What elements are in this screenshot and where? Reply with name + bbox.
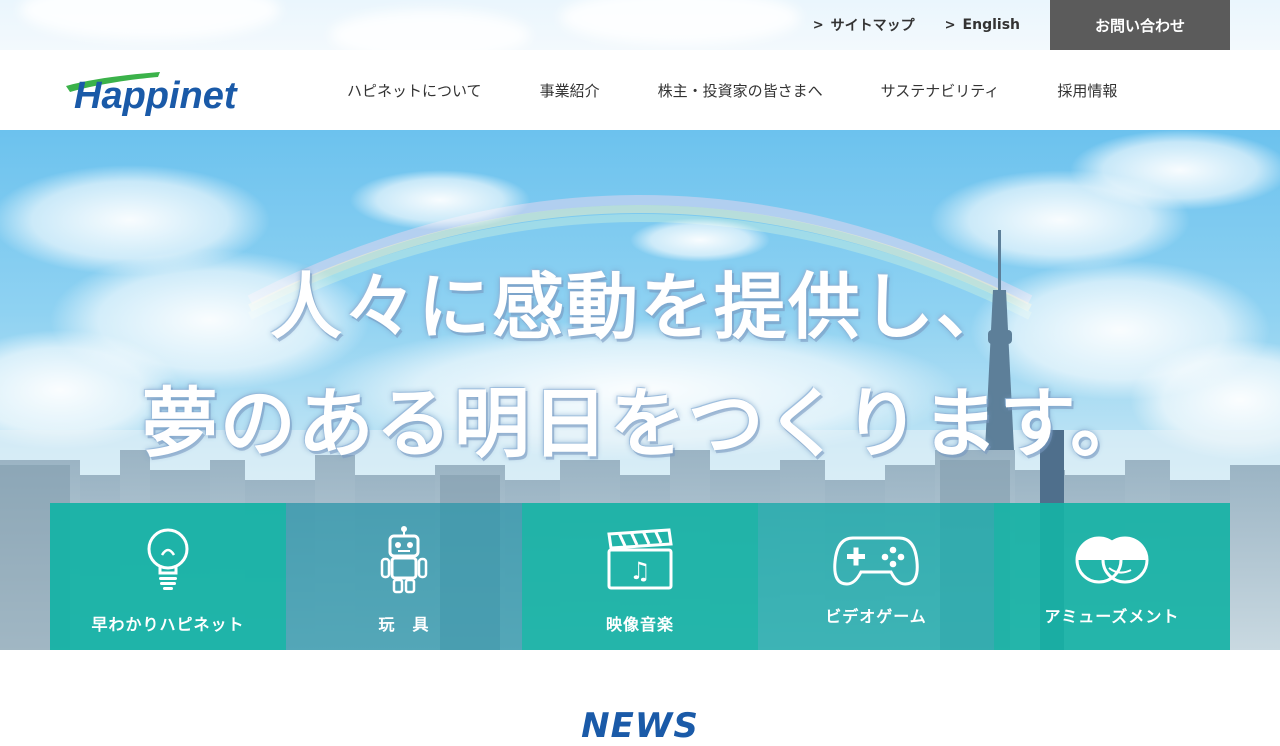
utility-bar: > サイトマップ > English お問い合わせ xyxy=(0,0,1280,50)
logo-text: Happinet xyxy=(74,75,238,116)
cloud-decoration xyxy=(560,0,800,45)
robot-icon xyxy=(359,523,449,597)
utility-links: > サイトマップ > English お問い合わせ xyxy=(813,0,1230,50)
cloud-decoration xyxy=(330,10,530,50)
tile-label: 玩 具 xyxy=(378,615,430,634)
hero-catchphrase-line1: 人々に感動を提供し、 xyxy=(269,265,1010,349)
nav-recruit[interactable]: 採用情報 xyxy=(1028,80,1146,101)
tile-amusement[interactable]: アミューズメント xyxy=(994,503,1230,650)
chevron-right-icon: > xyxy=(812,17,824,33)
lightbulb-icon xyxy=(123,523,213,597)
news-section: NEWS xyxy=(0,650,1280,746)
cloud-decoration xyxy=(20,0,280,40)
tile-label: 早わかりハピネット xyxy=(91,615,245,634)
global-nav: ハピネットについて 事業紹介 株主・投資家の皆さまへ サステナビリティ 採用情報 xyxy=(318,50,1146,130)
news-heading: NEWS xyxy=(581,706,699,746)
sitemap-link[interactable]: > サイトマップ xyxy=(813,15,915,35)
clapperboard-music-icon: ♫ xyxy=(595,523,685,597)
hero-catchphrase-line2: 夢のある明日をつくります。 xyxy=(141,379,1149,468)
tile-label: ビデオゲーム xyxy=(825,607,927,626)
tile-toys[interactable]: 玩 具 xyxy=(286,503,522,650)
gamepad-icon xyxy=(831,523,921,597)
sitemap-label: サイトマップ xyxy=(830,18,915,34)
english-label: English xyxy=(962,17,1020,33)
site-header: Happinet ハピネットについて 事業紹介 株主・投資家の皆さまへ サステナ… xyxy=(0,50,1280,130)
nav-about[interactable]: ハピネットについて xyxy=(318,80,511,101)
happinet-logo[interactable]: Happinet xyxy=(64,64,244,117)
logo-mark: Happinet xyxy=(66,72,238,117)
contact-button[interactable]: お問い合わせ xyxy=(1050,0,1230,50)
tile-label: アミューズメント xyxy=(1044,607,1180,626)
tile-video-music[interactable]: ♫ 映像音楽 xyxy=(522,503,758,650)
nav-sustainability[interactable]: サステナビリティ xyxy=(852,80,1029,101)
nav-business[interactable]: 事業紹介 xyxy=(511,80,629,101)
tile-happinet-overview[interactable]: 早わかりハピネット xyxy=(50,503,286,650)
english-link[interactable]: > English xyxy=(945,17,1020,33)
tile-label: 映像音楽 xyxy=(605,615,674,634)
nav-investors[interactable]: 株主・投資家の皆さまへ xyxy=(629,80,852,101)
tile-video-games[interactable]: ビデオゲーム xyxy=(758,503,994,650)
chevron-right-icon: > xyxy=(944,17,956,33)
svg-text:♫: ♫ xyxy=(629,557,651,585)
category-tiles: 早わかりハピネット 玩 具 ♫ 映像音楽 ビデオゲーム アミューズメント xyxy=(50,503,1230,650)
capsule-toy-icon xyxy=(1067,523,1157,597)
